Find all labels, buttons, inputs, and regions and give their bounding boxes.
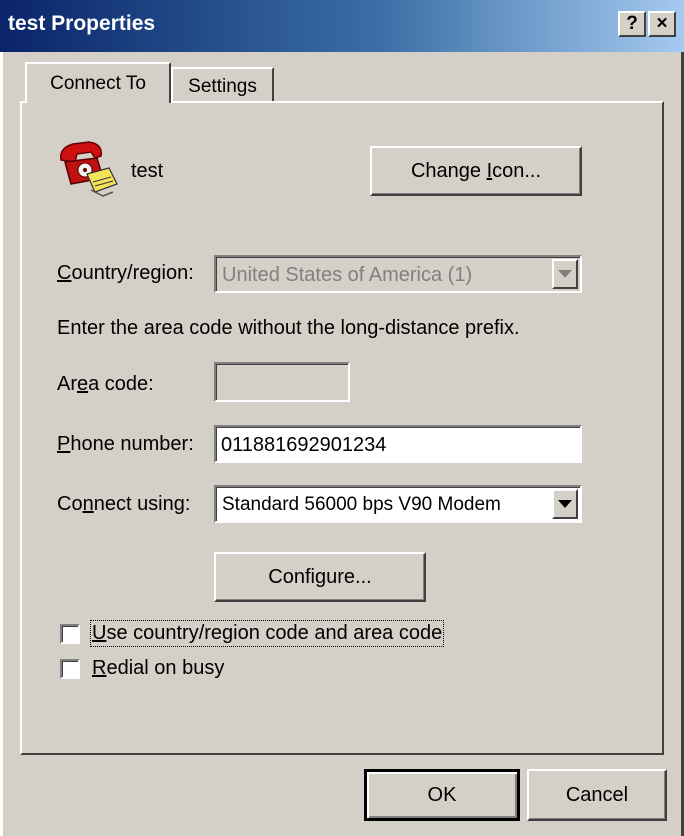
configure-label: Configure... — [268, 565, 372, 588]
connect-using-select[interactable]: Standard 56000 bps V90 Modem — [214, 485, 582, 523]
tab-settings[interactable]: Settings — [171, 67, 274, 101]
use-country-code-checkbox[interactable] — [60, 624, 80, 644]
use-country-code-label[interactable]: Use country/region code and area code — [89, 620, 445, 647]
close-button[interactable]: × — [648, 11, 676, 37]
help-button[interactable]: ? — [618, 11, 646, 37]
window-title: test Properties — [8, 12, 156, 35]
phone-number-input[interactable]: 011881692901234 — [214, 425, 582, 463]
cancel-label: Cancel — [565, 783, 629, 806]
title-bar[interactable]: test Properties ? × — [0, 0, 684, 52]
help-icon: ? — [626, 13, 638, 34]
connect-using-dropdown-button[interactable] — [552, 489, 578, 519]
tab-connect-to-label: Connect To — [50, 73, 146, 94]
instruction-text: Enter the area code without the long-dis… — [57, 317, 520, 339]
configure-button[interactable]: Configure... — [214, 552, 426, 602]
redial-on-busy-label[interactable]: Redial on busy — [92, 657, 224, 680]
phone-number-label: Phone number: — [57, 433, 194, 455]
phone-number-value: 011881692901234 — [221, 434, 387, 456]
redial-on-busy-checkbox[interactable] — [60, 659, 80, 679]
tab-connect-to[interactable]: Connect To — [25, 62, 171, 103]
active-tab-joiner — [27, 100, 169, 104]
ok-label: OK — [427, 783, 457, 806]
country-value: United States of America (1) — [222, 264, 473, 286]
country-dropdown-button[interactable] — [552, 259, 578, 289]
area-code-label: Area code: — [57, 373, 154, 395]
ok-button[interactable]: OK — [364, 769, 520, 821]
close-icon: × — [656, 13, 668, 34]
country-label: Country/region: — [57, 262, 194, 284]
chevron-down-icon — [558, 270, 572, 278]
connection-name: test — [131, 160, 164, 182]
window-border-left — [0, 52, 3, 836]
cancel-button[interactable]: Cancel — [527, 769, 667, 821]
change-icon-label: Change Icon... — [410, 159, 542, 182]
phone-icon — [55, 138, 119, 198]
chevron-down-icon — [558, 500, 572, 508]
area-code-input[interactable] — [214, 362, 350, 402]
tab-settings-label: Settings — [188, 76, 257, 97]
country-select[interactable]: United States of America (1) — [214, 255, 582, 293]
change-icon-button[interactable]: Change Icon... — [370, 146, 582, 196]
connect-using-value: Standard 56000 bps V90 Modem — [222, 494, 501, 515]
connect-using-label: Connect using: — [57, 493, 191, 515]
